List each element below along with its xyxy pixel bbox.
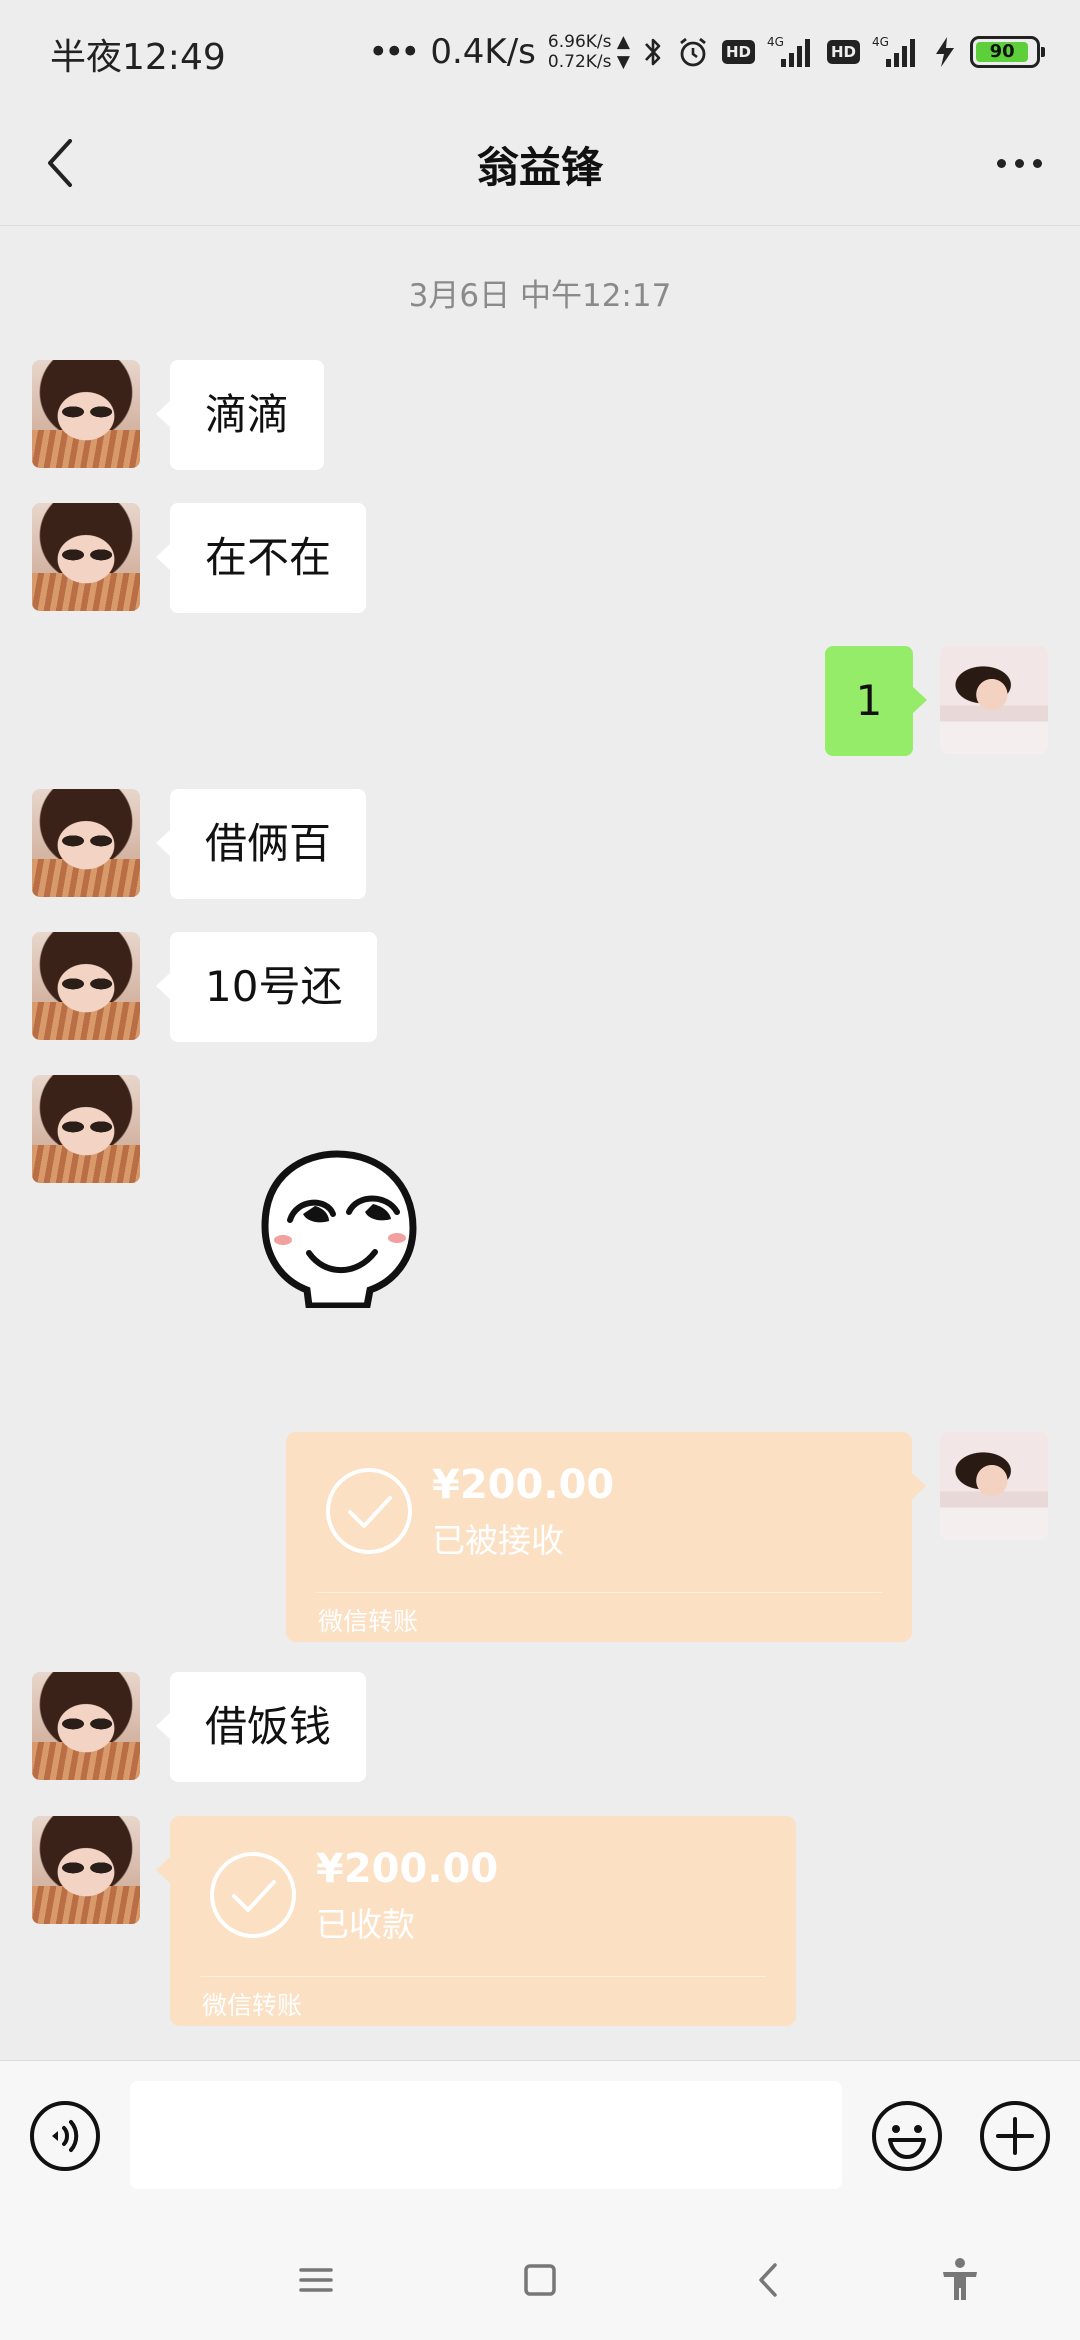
signal-icon: 4G bbox=[767, 35, 815, 69]
alarm-icon bbox=[676, 35, 710, 69]
message-bubble[interactable]: 1 bbox=[825, 646, 927, 756]
status-time: 半夜12:49 bbox=[50, 37, 226, 78]
divider bbox=[316, 1592, 882, 1593]
message-bubble[interactable]: 滴滴 bbox=[155, 360, 325, 470]
chat-area[interactable]: 3月6日 中午12:17 滴滴 在不在 1 借俩百 10号还 ¥200.00 已… bbox=[0, 226, 1080, 2060]
system-navigation bbox=[0, 2210, 1080, 2340]
transfer-card[interactable]: ¥200.00 已收款 微信转账 bbox=[156, 1816, 796, 2026]
voice-icon[interactable] bbox=[28, 2099, 102, 2173]
signal-label: 4G bbox=[872, 35, 889, 49]
check-circle-icon bbox=[326, 1468, 412, 1554]
transfer-card[interactable]: ¥200.00 已被接收 微信转账 bbox=[286, 1432, 926, 1642]
network-speed: 0.4K/s bbox=[430, 32, 536, 72]
input-bar bbox=[0, 2060, 1080, 2210]
avatar[interactable] bbox=[940, 1432, 1048, 1540]
network-up: 6.96K/s ▲ bbox=[547, 32, 630, 52]
plus-icon[interactable] bbox=[978, 2099, 1052, 2173]
status-bar: 半夜12:49 ••• 0.4K/s 6.96K/s ▲ 0.72K/s ▼ H… bbox=[0, 0, 1080, 100]
transfer-status: 已被接收 bbox=[432, 1521, 564, 1560]
transfer-amount: ¥200.00 bbox=[316, 1846, 499, 1892]
status-icons: ••• 0.4K/s 6.96K/s ▲ 0.72K/s ▼ HD 4G HD … bbox=[368, 24, 1045, 80]
smirk-face-sticker[interactable] bbox=[245, 1148, 425, 1308]
network-down: 0.72K/s ▼ bbox=[547, 52, 630, 72]
message-input[interactable] bbox=[130, 2081, 842, 2189]
more-button[interactable] bbox=[986, 138, 1052, 188]
charging-icon bbox=[932, 35, 958, 69]
avatar[interactable] bbox=[32, 789, 140, 897]
system-back-button[interactable] bbox=[738, 2250, 798, 2310]
chat-header: 翁益锋 bbox=[0, 100, 1080, 226]
emoji-icon[interactable] bbox=[870, 2099, 944, 2173]
bluetooth-icon bbox=[642, 35, 664, 69]
avatar[interactable] bbox=[32, 932, 140, 1040]
back-nav-icon bbox=[759, 2263, 777, 2297]
battery-level: 90 bbox=[976, 42, 1029, 62]
avatar[interactable] bbox=[32, 360, 140, 468]
transfer-footer: 微信转账 bbox=[318, 1607, 419, 1636]
network-updown: 6.96K/s ▲ 0.72K/s ▼ bbox=[548, 32, 630, 72]
divider bbox=[200, 1976, 766, 1977]
message-bubble[interactable]: 在不在 bbox=[155, 503, 367, 613]
hd-badge: HD bbox=[826, 40, 860, 64]
signal-label: 4G bbox=[767, 35, 784, 49]
avatar[interactable] bbox=[32, 1075, 140, 1183]
network-dots: ••• bbox=[368, 32, 420, 72]
avatar[interactable] bbox=[32, 1816, 140, 1924]
hd-badge: HD bbox=[721, 40, 755, 64]
battery-icon: 90 bbox=[970, 36, 1045, 68]
menu-icon bbox=[299, 2268, 333, 2292]
menu-button[interactable] bbox=[286, 2250, 346, 2310]
message-bubble[interactable]: 借俩百 bbox=[155, 789, 367, 899]
transfer-status: 已收款 bbox=[316, 1905, 415, 1944]
check-circle-icon bbox=[210, 1852, 296, 1938]
avatar[interactable] bbox=[32, 1672, 140, 1780]
message-bubble[interactable]: 10号还 bbox=[155, 932, 378, 1042]
message-timestamp: 3月6日 中午12:17 bbox=[408, 278, 672, 314]
accessibility-button[interactable] bbox=[930, 2250, 990, 2310]
accessibility-icon bbox=[943, 2258, 977, 2300]
avatar[interactable] bbox=[940, 646, 1048, 754]
more-icon bbox=[996, 158, 1006, 168]
home-icon bbox=[524, 2264, 556, 2296]
signal-icon: 4G bbox=[872, 35, 920, 69]
avatar[interactable] bbox=[32, 503, 140, 611]
transfer-amount: ¥200.00 bbox=[432, 1462, 615, 1508]
page-title: 翁益锋 bbox=[476, 143, 603, 192]
home-button[interactable] bbox=[510, 2250, 570, 2310]
transfer-footer: 微信转账 bbox=[202, 1991, 303, 2020]
message-bubble[interactable]: 借饭钱 bbox=[155, 1672, 367, 1782]
